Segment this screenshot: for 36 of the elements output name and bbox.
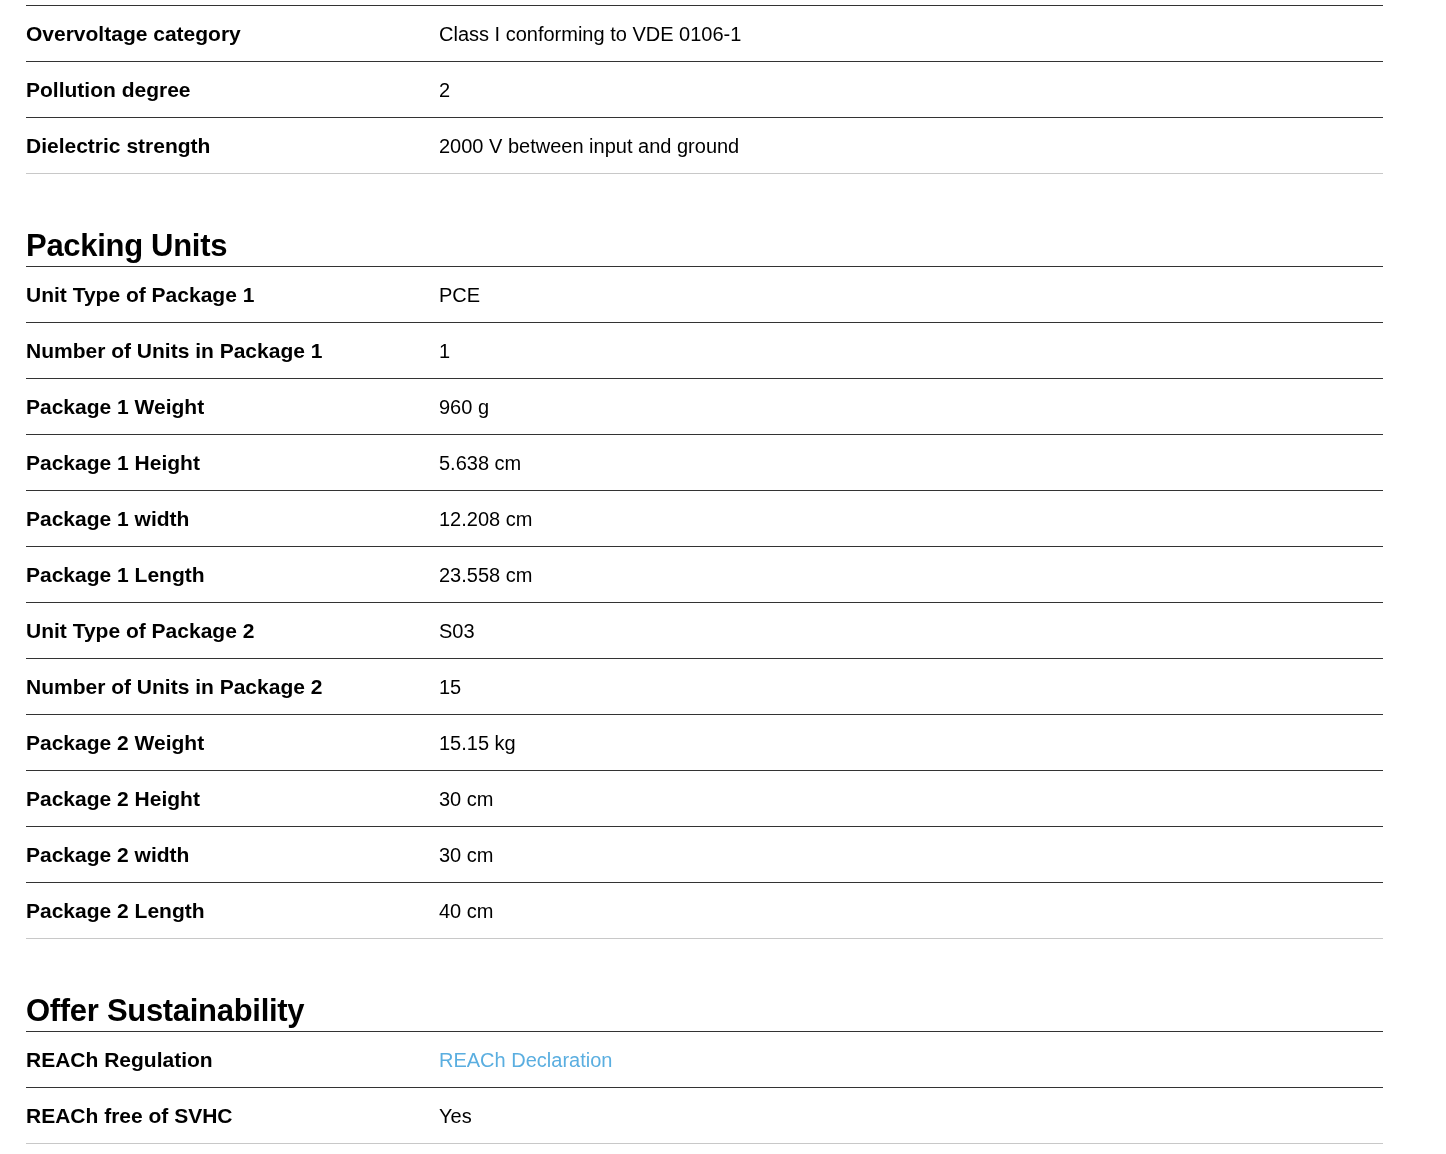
- spec-value: 30 cm: [439, 842, 494, 868]
- spec-label: Number of Units in Package 2: [26, 673, 324, 700]
- spec-value: 23.558 cm: [439, 562, 533, 588]
- section-heading: Packing Units: [26, 227, 229, 265]
- spec-value: 12.208 cm: [439, 506, 533, 532]
- spec-label: Package 2 Height: [26, 785, 201, 812]
- spec-value: 15.15 kg: [439, 730, 516, 756]
- spec-value: PCE: [439, 282, 481, 308]
- spec-value: 960 g: [439, 394, 490, 420]
- spec-value: 2: [439, 77, 451, 103]
- spec-value: 15: [439, 674, 462, 700]
- section-heading: Offer Sustainability: [26, 992, 306, 1030]
- spec-label: Package 2 Weight: [26, 729, 206, 756]
- spec-value: 2000 V between input and ground: [439, 133, 740, 159]
- spec-label: REACh free of SVHC: [26, 1102, 234, 1129]
- spec-label: Overvoltage category: [26, 20, 242, 47]
- spec-label: Package 1 Length: [26, 561, 206, 588]
- spec-value: S03: [439, 618, 475, 644]
- spec-label: Package 1 Height: [26, 449, 201, 476]
- spec-label: Pollution degree: [26, 76, 192, 103]
- spec-label: Package 2 Length: [26, 897, 206, 924]
- spec-label: Package 2 width: [26, 841, 191, 868]
- spec-value: 40 cm: [439, 898, 494, 924]
- spec-label: REACh Regulation: [26, 1046, 214, 1073]
- spec-label: Package 1 width: [26, 505, 191, 532]
- spec-value: 5.638 cm: [439, 450, 522, 476]
- spec-value: Yes: [439, 1103, 472, 1129]
- spec-label: Package 1 Weight: [26, 393, 206, 420]
- spec-value: 30 cm: [439, 786, 494, 812]
- spec-label: Dielectric strength: [26, 132, 212, 159]
- spec-label: Unit Type of Package 2: [26, 617, 256, 644]
- spec-value: Class I conforming to VDE 0106-1: [439, 21, 742, 47]
- spec-label: Number of Units in Package 1: [26, 337, 324, 364]
- spec-label: Unit Type of Package 1: [26, 281, 256, 308]
- spec-value: 1: [439, 338, 451, 364]
- reach-declaration-link[interactable]: REACh Declaration: [439, 1044, 613, 1075]
